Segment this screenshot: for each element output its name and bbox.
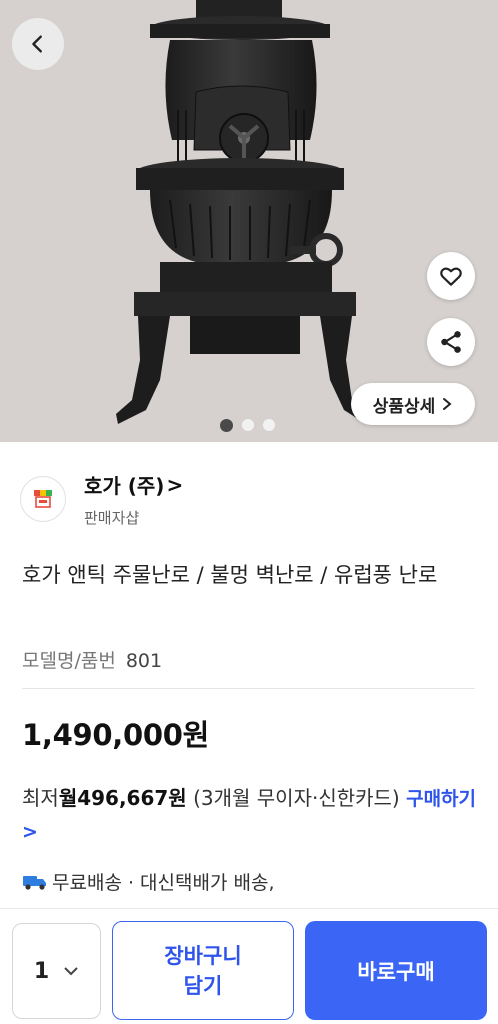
divider: [22, 688, 475, 689]
cart-label-line2: 담기: [183, 973, 223, 998]
chevron-left-icon: [32, 35, 42, 53]
installment-link-arrow: >: [22, 821, 38, 843]
product-title: 호가 앤틱 주물난로 / 불멍 벽난로 / 유럽풍 난로: [22, 563, 438, 587]
product-detail-label: 상품상세: [372, 396, 436, 417]
chevron-down-icon: [64, 967, 78, 976]
shipping-text: 무료배송 · 대신택배가 배송,: [52, 872, 275, 894]
cart-label-line1: 장바구니: [164, 943, 242, 968]
quantity-value: 1: [33, 958, 50, 984]
installment-prefix: 최저: [22, 786, 59, 810]
installment-detail: (3개월 무이자·신한카드): [193, 786, 400, 810]
chevron-right-icon: [443, 398, 452, 410]
seller-name-text: 호가 (주): [84, 474, 165, 498]
product-detail-button[interactable]: 상품상세: [351, 383, 475, 425]
seller-chevron: >: [166, 472, 184, 497]
shipping-info: 무료배송 · 대신택배가 배송,: [22, 868, 274, 895]
share-icon: [441, 331, 461, 353]
like-button[interactable]: [427, 252, 475, 300]
back-button[interactable]: [12, 18, 64, 70]
seller-subtitle: 판매자샵: [84, 509, 140, 527]
seller-avatar: [20, 476, 66, 522]
add-to-cart-button[interactable]: 장바구니 담기: [112, 921, 294, 1020]
product-price: 1,490,000원: [22, 718, 209, 752]
carousel-dot[interactable]: [242, 419, 254, 431]
share-button[interactable]: [427, 318, 475, 366]
buy-now-button[interactable]: 바로구매: [305, 921, 487, 1020]
purchase-bar: 1 장바구니 담기 바로구매: [0, 908, 498, 1024]
store-awning-icon: [34, 490, 52, 508]
model-number: 모델명/품번 801: [22, 646, 162, 673]
seller-name[interactable]: 호가 (주) >: [84, 470, 183, 499]
product-image: [116, 0, 368, 424]
product-image-carousel[interactable]: 상품상세: [0, 0, 498, 442]
carousel-pagination: [220, 419, 275, 432]
carousel-dot-active[interactable]: [220, 419, 233, 432]
quantity-select[interactable]: 1: [12, 923, 101, 1019]
truck-icon: [23, 875, 46, 890]
installment-link-text: 구매하기: [406, 788, 477, 810]
heart-outline-icon: [440, 267, 462, 286]
model-label: 모델명/품번: [22, 650, 116, 672]
buy-now-label: 바로구매: [357, 959, 435, 984]
installment-monthly: 월496,667원: [58, 786, 187, 810]
installment-info: 최저월496,667원 (3개월 무이자·신한카드) 구매하기 >: [22, 782, 478, 848]
model-value: 801: [125, 650, 163, 672]
seller-row[interactable]: 호가 (주) > 판매자샵: [20, 470, 183, 528]
carousel-dot[interactable]: [263, 419, 275, 431]
